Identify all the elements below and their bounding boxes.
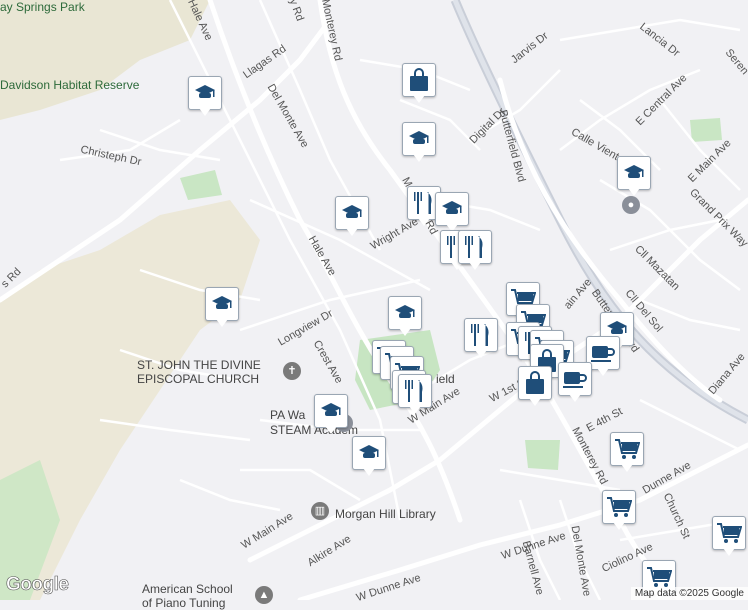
shopping-bag-icon — [402, 63, 436, 97]
restaurant-marker[interactable] — [398, 374, 432, 416]
restaurant-marker[interactable] — [464, 318, 498, 360]
church-label-line1[interactable]: ST. JOHN THE DIVINE — [137, 358, 261, 372]
cafe-marker[interactable] — [558, 362, 592, 404]
fork-knife-icon — [398, 374, 432, 408]
school-marker[interactable] — [335, 196, 369, 238]
graduation-cap-icon — [388, 296, 422, 330]
school-marker[interactable] — [205, 287, 239, 329]
map-attribution: Map data ©2025 Google — [630, 587, 748, 600]
graduation-cap-icon — [435, 192, 469, 226]
pa-walnut-label-line1[interactable]: PA Wa — [270, 408, 305, 422]
fork-knife-icon — [464, 318, 498, 352]
american-school-label-line2[interactable]: of Piano Tuning — [142, 596, 225, 610]
field-label: ield — [436, 372, 455, 386]
graduation-cap-icon — [617, 156, 651, 190]
american-school-label-line1[interactable]: American School — [142, 582, 233, 596]
shopping-bag-icon — [518, 366, 552, 400]
shopping-cart-icon — [602, 490, 636, 524]
graduation-cap-icon — [402, 122, 436, 156]
fork-knife-icon — [458, 230, 492, 264]
grocery-marker[interactable] — [610, 432, 644, 474]
graduation-cap-icon — [352, 436, 386, 470]
habitat-reserve-label: Davidson Habitat Reserve — [0, 78, 140, 92]
school-marker[interactable] — [314, 394, 348, 436]
shopping-marker[interactable] — [518, 366, 552, 408]
graduation-cap-icon — [205, 287, 239, 321]
church-label-line2[interactable]: EPISCOPAL CHURCH — [137, 372, 259, 386]
graduation-cap-icon — [188, 76, 222, 110]
school-poi-icon: ▲ — [255, 586, 273, 604]
grocery-marker[interactable] — [712, 516, 746, 558]
church-icon: ✝ — [283, 362, 301, 380]
school-marker[interactable] — [402, 122, 436, 164]
school-marker[interactable] — [188, 76, 222, 118]
school-marker[interactable] — [435, 192, 469, 234]
restaurant-marker[interactable] — [458, 230, 492, 272]
place-icon: ● — [622, 196, 640, 214]
school-marker[interactable] — [617, 156, 651, 198]
shopping-cart-icon — [712, 516, 746, 550]
library-label[interactable]: Morgan Hill Library — [335, 507, 436, 521]
graduation-cap-icon — [314, 394, 348, 428]
google-logo: Google — [6, 574, 70, 596]
library-icon: ▥ — [311, 502, 329, 520]
school-marker[interactable] — [388, 296, 422, 338]
springs-park-label: ay Springs Park — [0, 0, 85, 14]
school-marker[interactable] — [352, 436, 386, 478]
shopping-marker[interactable] — [402, 63, 436, 105]
coffee-cup-icon — [558, 362, 592, 396]
shopping-cart-icon — [610, 432, 644, 466]
grocery-marker[interactable] — [602, 490, 636, 532]
graduation-cap-icon — [335, 196, 369, 230]
